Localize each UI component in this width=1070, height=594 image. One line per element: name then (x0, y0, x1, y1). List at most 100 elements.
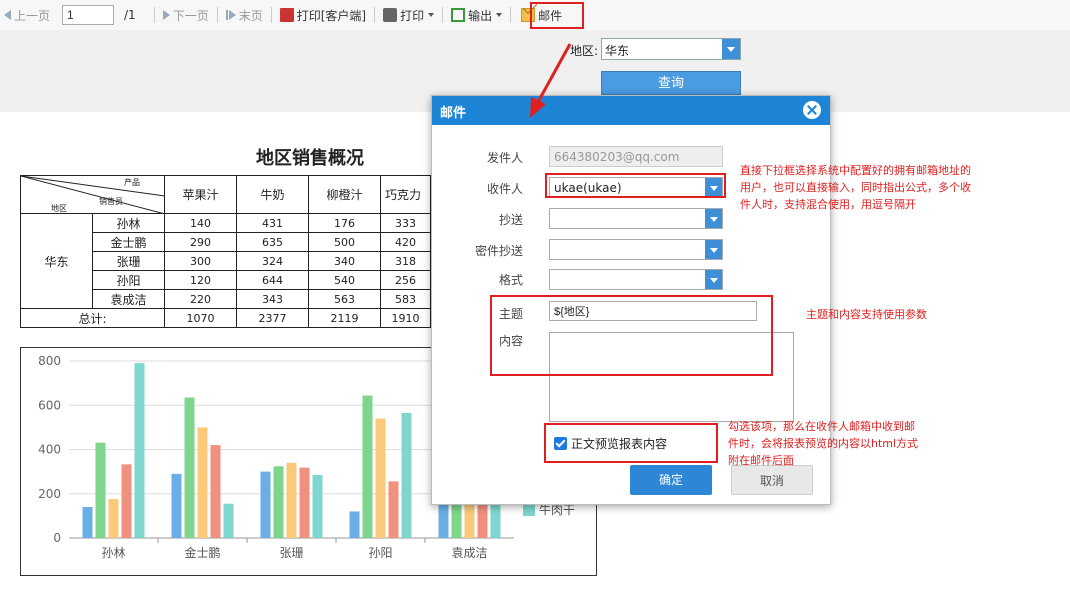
sender-label: 发件人 (486, 151, 523, 165)
last-page-button[interactable]: 末页 (222, 4, 267, 26)
bar (184, 397, 195, 538)
next-page-button[interactable]: 下一页 (159, 4, 213, 26)
bar (82, 507, 93, 538)
bar (171, 473, 182, 538)
value-cell: 343 (236, 289, 309, 309)
corner-region: 地区 (51, 204, 67, 213)
format-label: 格式 (498, 273, 523, 287)
screen: 上一页 /1 下一页 末页 打印[客户端] 打印 输出 (0, 0, 1070, 594)
dialog-header: 邮件 (432, 96, 830, 125)
page-number-input[interactable] (62, 5, 115, 25)
prev-page-button[interactable]: 上一页 (0, 4, 54, 26)
bar (388, 481, 399, 538)
bar (362, 395, 373, 538)
prev-label: 上一页 (14, 8, 51, 23)
total-cell: 2377 (236, 308, 309, 328)
preview-note: 勾选该项，那么在收件人邮箱中收到邮 件时，会将报表预览的内容以html方式 附在… (728, 418, 918, 469)
chevron-down-icon[interactable] (705, 270, 722, 289)
recipient-highlight-box (545, 173, 726, 198)
page-total: /1 (124, 8, 136, 22)
chevron-down-icon (428, 13, 435, 17)
value-cell: 644 (236, 270, 309, 290)
bar (375, 418, 386, 538)
last-label: 末页 (238, 8, 263, 23)
note-line: 件人时，支持混合使用，用逗号隔开 (740, 198, 916, 211)
value-cell: 333 (380, 213, 431, 233)
bar (349, 511, 360, 538)
value-cell: 563 (308, 289, 381, 309)
toolbar-divider (442, 7, 444, 23)
toolbar-divider (216, 7, 218, 23)
print-client-button[interactable]: 打印[客户端] (276, 4, 370, 26)
value-cell: 500 (308, 232, 381, 252)
toolbar-divider (153, 7, 155, 23)
bar (108, 499, 119, 538)
report-table: 产品 销售员 地区 苹果汁 牛奶 柳橙汁 巧克力 华东 孙林 140 431 1… (20, 175, 431, 328)
region-cell: 华东 (20, 213, 93, 309)
corner-diagonal-lines (21, 176, 164, 213)
y-tick-label: 600 (38, 398, 61, 412)
prev-icon (4, 10, 11, 20)
bcc-label: 密件抄送 (474, 244, 523, 258)
query-button[interactable]: 查询 (601, 71, 741, 95)
value-cell: 431 (236, 213, 309, 233)
print-client-label: 打印[客户端] (296, 8, 367, 23)
value-cell: 635 (236, 232, 309, 252)
value-cell: 300 (164, 251, 237, 271)
note-line: 附在邮件后面 (728, 454, 794, 467)
cancel-button[interactable]: 取消 (731, 465, 813, 495)
x-tick-label: 孙林 (101, 546, 125, 560)
cc-field[interactable] (549, 208, 723, 229)
seller-cell: 金士鹏 (92, 232, 165, 252)
last-icon-arrow (228, 10, 236, 20)
total-cell: 1910 (380, 308, 431, 328)
value-cell: 256 (380, 270, 431, 290)
value-cell: 140 (164, 213, 237, 233)
toolbar-divider (510, 7, 512, 23)
next-icon (162, 10, 170, 20)
value-cell: 583 (380, 289, 431, 309)
toolbar-divider (374, 7, 376, 23)
value-cell: 420 (380, 232, 431, 252)
legend-swatch (523, 504, 535, 516)
bar (121, 464, 132, 538)
value-cell: 176 (308, 213, 381, 233)
bar (223, 503, 234, 538)
last-icon (225, 10, 228, 20)
export-button[interactable]: 输出 (447, 4, 506, 26)
bar (401, 412, 412, 538)
ok-button[interactable]: 确定 (630, 465, 712, 495)
bar (273, 466, 284, 538)
value-cell: 324 (236, 251, 309, 271)
seller-cell: 袁成洁 (92, 289, 165, 309)
region-select[interactable]: 华东 (601, 38, 741, 60)
column-header: 巧克力 (380, 175, 431, 214)
note-line: 勾选该项，那么在收件人邮箱中收到邮 (728, 420, 915, 433)
pdf-icon (279, 8, 294, 22)
note-line: 件时，会将报表预览的内容以html方式 (728, 437, 919, 450)
bar (312, 474, 323, 538)
y-tick-label: 0 (53, 531, 61, 545)
value-cell: 290 (164, 232, 237, 252)
bar (197, 427, 208, 538)
close-icon[interactable] (803, 101, 821, 119)
seller-cell: 孙阳 (92, 270, 165, 290)
region-value: 华东 (605, 44, 630, 58)
chevron-down-icon (496, 13, 503, 17)
bcc-field[interactable] (549, 239, 723, 260)
chevron-down-icon[interactable] (705, 209, 722, 228)
chevron-down-icon[interactable] (722, 39, 740, 59)
format-field[interactable] (549, 269, 723, 290)
subject-note: 主题和内容支持使用参数 (806, 308, 927, 321)
bar (95, 442, 106, 538)
print-button[interactable]: 打印 (379, 4, 438, 26)
column-header: 牛奶 (236, 175, 309, 214)
note-line: 用户，也可以直接输入，同时指出公式，多个收 (740, 181, 971, 194)
total-row: 总计: 1070 2377 2119 1910 (20, 308, 431, 328)
bar (286, 462, 297, 538)
export-icon (451, 8, 466, 22)
toolbar-divider (270, 7, 272, 23)
seller-cell: 孙林 (92, 213, 165, 233)
chevron-down-icon[interactable] (705, 240, 722, 259)
total-cell: 2119 (308, 308, 381, 328)
